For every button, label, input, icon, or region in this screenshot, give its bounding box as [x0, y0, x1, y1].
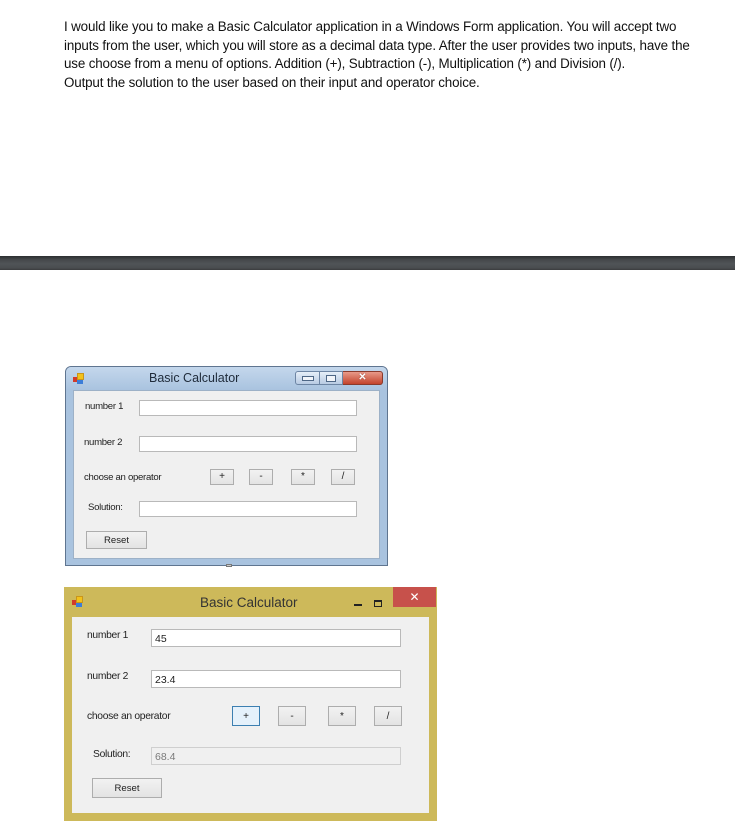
maximize-button[interactable] [320, 371, 343, 385]
number1-label: number 1 [85, 401, 124, 412]
title-bar[interactable]: Basic Calculator ✕ [66, 367, 387, 390]
close-button[interactable]: ✕ [393, 587, 436, 607]
operator-label: choose an operator [84, 472, 162, 483]
solution-output[interactable] [139, 501, 357, 517]
prompt-paragraph-2: Output the solution to the user based on… [64, 74, 480, 90]
reset-button[interactable]: Reset [92, 778, 162, 798]
number2-label: number 2 [84, 437, 123, 448]
assignment-prompt: I would like you to make a Basic Calcula… [64, 18, 704, 92]
solution-label: Solution: [88, 502, 123, 513]
add-button[interactable]: + [210, 469, 234, 485]
form-client-area: number 1 number 2 choose an operator + -… [72, 617, 429, 813]
maximize-icon [374, 599, 382, 607]
multiply-button[interactable]: * [291, 469, 315, 485]
window-controls: ✕ [295, 371, 383, 385]
resize-handle[interactable] [226, 564, 232, 567]
form-client-area: number 1 number 2 choose an operator + -… [73, 390, 380, 559]
divider-bar [0, 256, 735, 270]
minimize-icon [354, 603, 362, 606]
close-icon: ✕ [358, 372, 367, 383]
calculator-window-design: Basic Calculator ✕ number 1 number 2 cho… [65, 366, 388, 567]
multiply-button[interactable]: * [328, 706, 356, 726]
number2-input[interactable] [139, 436, 357, 452]
subtract-button[interactable]: - [278, 706, 306, 726]
number1-input[interactable] [139, 400, 357, 416]
solution-output[interactable] [151, 747, 401, 765]
app-icon[interactable] [73, 373, 85, 385]
subtract-button[interactable]: - [249, 469, 273, 485]
close-icon: ✕ [409, 590, 420, 604]
maximize-icon [326, 374, 336, 382]
number1-label: number 1 [87, 630, 129, 641]
number2-input[interactable] [151, 670, 401, 688]
add-button[interactable]: + [232, 706, 260, 726]
number2-label: number 2 [87, 671, 129, 682]
calculator-window-running: Basic Calculator ✕ number 1 number 2 cho… [64, 587, 437, 821]
number1-input[interactable] [151, 629, 401, 647]
reset-button[interactable]: Reset [86, 531, 147, 549]
window-title: Basic Calculator [149, 371, 240, 385]
operator-label: choose an operator [87, 711, 171, 722]
minimize-icon [301, 375, 314, 381]
divide-button[interactable]: / [374, 706, 402, 726]
maximize-button[interactable] [369, 593, 387, 613]
window-title: Basic Calculator [200, 595, 298, 610]
minimize-button[interactable] [295, 371, 320, 385]
solution-label: Solution: [93, 749, 131, 760]
app-icon[interactable] [72, 596, 84, 608]
minimize-button[interactable] [349, 593, 367, 613]
prompt-paragraph-1: I would like you to make a Basic Calcula… [64, 19, 690, 71]
close-button[interactable]: ✕ [343, 371, 383, 385]
divide-button[interactable]: / [331, 469, 355, 485]
